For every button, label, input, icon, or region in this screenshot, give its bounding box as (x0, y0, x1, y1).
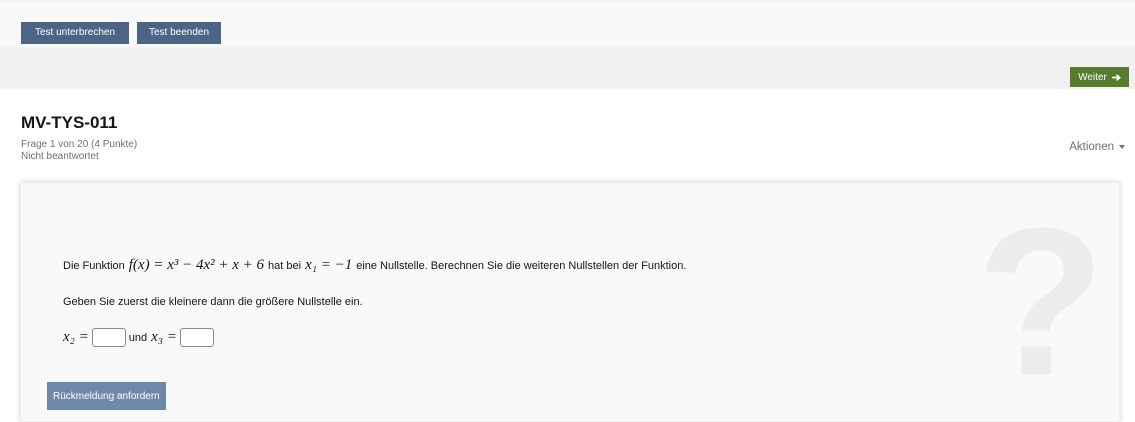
next-button-label: Weiter (1078, 71, 1107, 83)
x2-label: x₂ = (63, 329, 89, 345)
answer-row: x₂ = und x₃ = (63, 328, 217, 347)
question-title: MV-TYS-011 (21, 113, 118, 132)
question-progress: Frage 1 von 20 (4 Punkte) (21, 139, 138, 150)
question-meta: Frage 1 von 20 (4 Punkte) Nicht beantwor… (21, 139, 137, 163)
question-text-middle: hat bei (268, 260, 302, 272)
question-panel: ? Die Funktion f(x) = x³ − 4x² + x + 6 h… (20, 182, 1120, 422)
pause-test-button[interactable]: Test unterbrechen (21, 22, 129, 44)
question-text-prefix: Die Funktion (63, 260, 125, 272)
caret-down-icon (1119, 145, 1125, 149)
finish-test-button[interactable]: Test beenden (137, 22, 221, 44)
given-root-formula: x₁ = −1 (305, 257, 353, 273)
request-feedback-button[interactable]: Rückmeldung anfordern (47, 382, 166, 410)
next-button[interactable]: Weiter ➔ (1070, 67, 1129, 87)
question-mark-icon: ? (976, 184, 1105, 419)
question-navigation-bar: Weiter ➔ (0, 47, 1135, 89)
x3-input[interactable] (179, 328, 214, 347)
function-formula: f(x) = x³ − 4x² + x + 6 (128, 257, 265, 273)
question-text: Die Funktion f(x) = x³ − 4x² + x + 6 hat… (63, 257, 686, 274)
answer-hint: Geben Sie zuerst die kleinere dann die g… (63, 296, 363, 308)
arrow-right-icon: ➔ (1111, 71, 1121, 84)
question-text-suffix: eine Nullstelle. Berechnen Sie die weite… (356, 260, 687, 272)
and-label: und (128, 331, 148, 344)
x3-label: x₃ = (151, 329, 177, 345)
x2-input[interactable] (91, 328, 126, 347)
top-toolbar: Test unterbrechen Test beenden (0, 0, 1135, 47)
actions-label: Aktionen (1069, 141, 1114, 153)
actions-dropdown[interactable]: Aktionen (1069, 141, 1125, 153)
question-status: Nicht beantwortet (21, 151, 99, 162)
